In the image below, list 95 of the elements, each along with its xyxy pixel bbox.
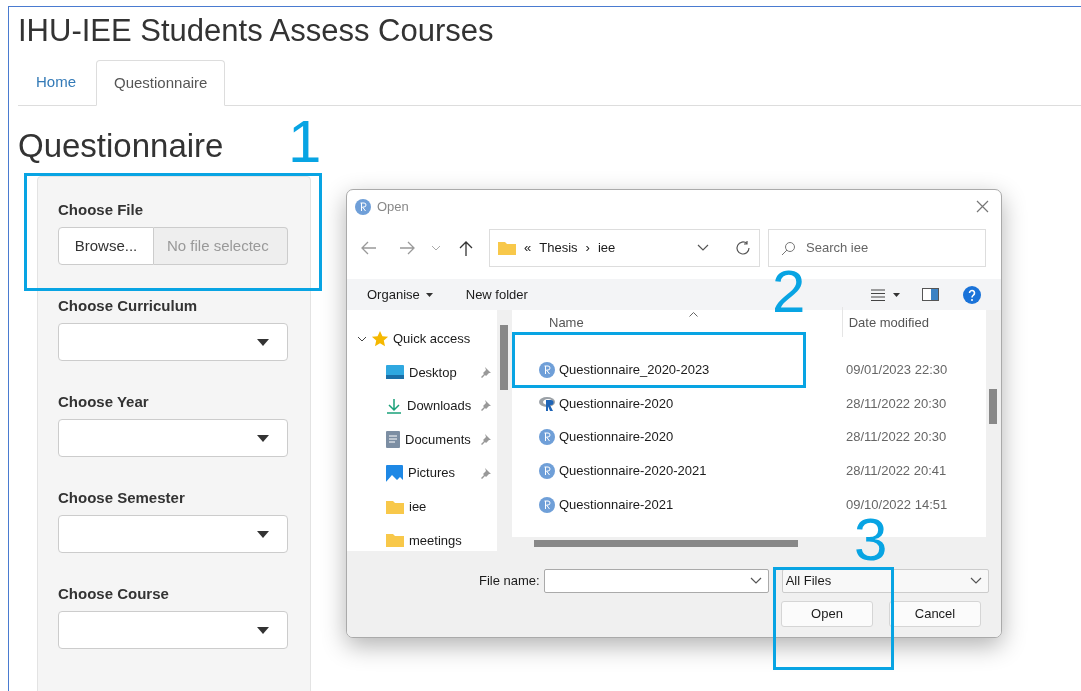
download-icon [386,397,402,414]
folder-icon [386,499,404,514]
desktop-icon [386,365,404,380]
file-name: Questionnaire-2020-2021 [559,462,708,481]
field-label: Choose Course [58,585,170,603]
breadcrumb-separator: « [524,239,532,258]
dropdown[interactable] [58,515,288,553]
cancel-button[interactable]: Cancel [889,601,981,627]
dropdown[interactable] [58,323,288,361]
file-date: 28/11/2022 20:30 [846,394,947,413]
dropdown[interactable] [58,611,288,649]
page-heading: Questionnaire [18,126,224,166]
caret-icon [257,530,269,538]
caret-icon[interactable] [893,292,900,297]
nav-label: Downloads [407,397,472,416]
file-row[interactable]: Questionnaire-2020 28/11/2022 20:30 [512,420,986,455]
file-date: 28/11/2022 20:30 [846,428,947,447]
up-arrow-icon[interactable] [459,240,473,256]
nav-label: iee [409,497,427,516]
nav-label: Quick access [393,330,471,349]
document-icon [386,431,400,448]
help-icon[interactable] [963,285,981,304]
star-icon [371,329,389,348]
chevron-down-icon [969,577,982,585]
breadcrumb-separator: › [585,239,590,258]
r-file-icon [539,496,555,513]
caret-icon [257,434,269,442]
file-name: Questionnaire_2020-2023 [559,361,711,380]
file-name-label: File name: [479,572,540,591]
file-name: Questionnaire-2020 [559,394,675,413]
nav-item[interactable]: Pictures [357,462,497,484]
column-header[interactable]: Date modified [848,315,929,331]
chevron-down-icon [697,244,709,252]
r-file-icon [539,462,555,479]
scrollbar-thumb[interactable] [500,325,508,390]
nav-label: Documents [405,430,471,449]
caret-icon [257,338,269,346]
open-button[interactable]: Open [781,601,873,627]
nav-item[interactable]: Documents [357,428,497,451]
r-logo-icon [538,396,556,412]
field-label: Choose Semester [58,489,186,507]
chevron-down-icon[interactable] [357,335,367,342]
nav-label: meetings [409,531,462,550]
caret-icon [257,626,269,634]
nav-item[interactable]: Quick access [357,328,497,350]
file-type-dropdown[interactable]: All Files [781,569,989,593]
preview-pane-icon[interactable] [922,288,939,301]
file-date: 09/01/2023 22:30 [846,361,948,380]
file-row[interactable]: Questionnaire-2020 28/11/2022 20:30 [512,386,986,421]
search-field[interactable]: Search iee [768,229,986,267]
nav-item[interactable]: iee [357,495,497,518]
app-title: IHU-IEE Students Assess Courses [18,12,495,50]
file-date: 28/11/2022 20:41 [846,462,947,481]
close-icon[interactable] [976,200,989,213]
file-name: Questionnaire-2020 [559,428,675,447]
tab[interactable]: Questionnaire [96,60,226,106]
tab[interactable]: Home [18,59,94,105]
field-label: Choose Year [58,393,150,411]
nav-label: Pictures [408,464,455,483]
nav-label: Desktop [409,363,457,382]
nav-item[interactable]: Desktop [357,361,497,384]
column-header[interactable]: Name [549,315,584,331]
folder-icon [498,241,516,255]
back-icon[interactable] [361,241,377,255]
nav-item[interactable]: meetings [357,529,497,552]
field-label: Choose File [58,201,144,219]
file-row[interactable]: Questionnaire-2020-2021 28/11/2022 20:41 [512,454,986,488]
sort-caret-icon [689,312,698,317]
file-name-field[interactable] [543,569,769,593]
r-file-icon [539,361,555,378]
dropdown[interactable] [58,419,288,457]
list-view-icon[interactable] [871,288,885,301]
file-row[interactable]: Questionnaire_2020-2023 09/01/2023 22:30 [512,353,986,387]
r-file-icon [539,429,555,446]
file-name: Questionnaire-2021 [559,495,675,514]
chevron-down-icon [749,577,762,585]
new-folder-button[interactable]: New folder [465,284,528,305]
organise-menu[interactable]: Organise [367,284,433,305]
nav-item[interactable]: Downloads [357,395,497,417]
callout-number: 1 [288,112,322,172]
address-bar[interactable]: « Thesis › iee [489,229,760,267]
browse-button[interactable]: Browse... [58,227,154,265]
scrollbar-thumb[interactable] [534,540,798,547]
refresh-icon[interactable] [735,240,751,256]
breadcrumb-item[interactable]: iee [597,238,616,258]
caret-icon [425,292,433,297]
r-app-icon [355,198,371,215]
forward-icon[interactable] [399,241,415,255]
folder-icon [386,533,404,548]
breadcrumb-item[interactable]: Thesis [539,238,578,258]
scrollbar-thumb[interactable] [989,389,997,424]
dialog-title: Open [377,197,409,216]
field-label: Choose Curriculum [58,297,199,315]
image-icon [386,464,403,482]
search-icon [781,240,796,256]
